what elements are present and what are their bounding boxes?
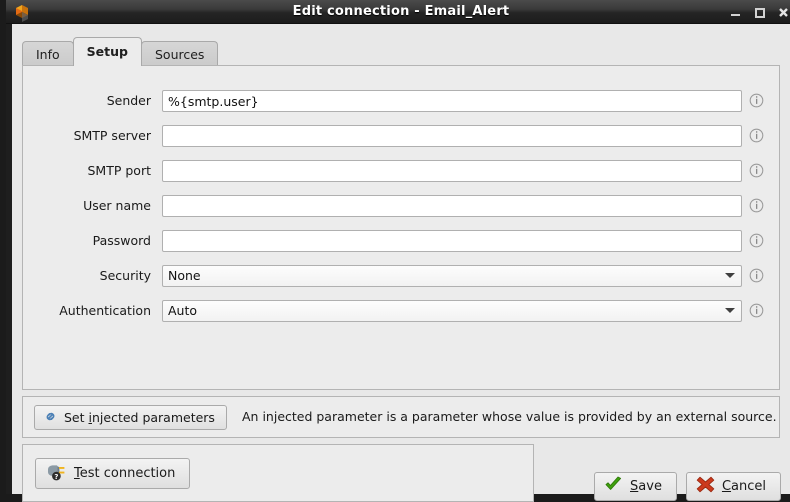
save-label-rest: ave <box>638 479 662 494</box>
authentication-selected-value: Auto <box>168 301 197 321</box>
sender-label: Sender <box>23 90 151 112</box>
info-icon-authentication[interactable] <box>749 303 764 318</box>
save-label: Save <box>630 479 662 494</box>
set-injected-parameters-label: Set injected parameters <box>64 410 215 425</box>
set-injected-parameters-button[interactable]: Set injected parameters <box>34 405 227 430</box>
security-select[interactable]: None <box>162 265 742 287</box>
test-connection-panel: ? Test connection <box>22 444 534 502</box>
minimize-button[interactable] <box>729 6 742 19</box>
injected-label-pre: Set <box>64 410 89 425</box>
injected-label-post: njected parameters <box>92 410 215 425</box>
cancel-button[interactable]: Cancel <box>686 472 781 501</box>
link-icon <box>43 409 58 427</box>
save-button[interactable]: Save <box>594 472 677 501</box>
tab-info[interactable]: Info <box>22 41 74 66</box>
window-controls <box>729 0 790 24</box>
tab-setup[interactable]: Setup <box>73 37 142 66</box>
info-icon-sender[interactable] <box>749 93 764 108</box>
maximize-button[interactable] <box>753 6 766 19</box>
plug-question-icon: ? <box>45 463 67 485</box>
cancel-label: Cancel <box>722 479 766 494</box>
close-button[interactable] <box>777 6 790 19</box>
tab-strip: Info Setup Sources <box>22 37 217 66</box>
chevron-down-icon <box>725 308 735 313</box>
security-selected-value: None <box>168 266 201 286</box>
window-title: Edit connection - Email_Alert <box>6 0 790 23</box>
cancel-label-mnemonic: C <box>722 479 731 494</box>
info-icon-password[interactable] <box>749 233 764 248</box>
authentication-select[interactable]: Auto <box>162 300 742 322</box>
info-icon-smtp-server[interactable] <box>749 128 764 143</box>
authentication-label: Authentication <box>23 300 151 322</box>
svg-text:?: ? <box>54 473 58 481</box>
check-icon <box>604 476 623 497</box>
title-bar: Edit connection - Email_Alert <box>6 0 790 24</box>
injected-parameters-panel: Set injected parameters An injected para… <box>22 396 780 438</box>
field-row-sender: Sender <box>23 90 781 112</box>
field-row-password: Password <box>23 230 781 252</box>
setup-form-panel: Sender SMTP server <box>22 65 780 390</box>
dialog-body: Info Setup Sources Sender SMTP server <box>12 24 790 494</box>
test-connection-button[interactable]: ? Test connection <box>35 458 190 489</box>
dialog-window: Edit connection - Email_Alert Info <box>0 0 790 500</box>
smtp-port-input[interactable] <box>162 160 742 182</box>
info-icon-smtp-port[interactable] <box>749 163 764 178</box>
smtp-port-label: SMTP port <box>23 160 151 182</box>
injected-parameters-description: An injected parameter is a parameter who… <box>242 397 777 437</box>
field-row-security: Security None <box>23 265 781 287</box>
info-icon-security[interactable] <box>749 268 764 283</box>
cross-icon <box>696 476 715 497</box>
cancel-label-rest: ancel <box>731 479 766 494</box>
sender-input[interactable] <box>162 90 742 112</box>
user-name-label: User name <box>23 195 151 217</box>
field-row-smtp-port: SMTP port <box>23 160 781 182</box>
password-input[interactable] <box>162 230 742 252</box>
smtp-server-label: SMTP server <box>23 125 151 147</box>
field-row-authentication: Authentication Auto <box>23 300 781 322</box>
test-connection-label: Test connection <box>74 466 175 481</box>
info-icon-user-name[interactable] <box>749 198 764 213</box>
test-label-rest: est connection <box>80 466 176 481</box>
chevron-down-icon <box>725 273 735 278</box>
password-label: Password <box>23 230 151 252</box>
security-label: Security <box>23 265 151 287</box>
user-name-input[interactable] <box>162 195 742 217</box>
smtp-server-input[interactable] <box>162 125 742 147</box>
tab-sources[interactable]: Sources <box>141 41 218 66</box>
field-row-smtp-server: SMTP server <box>23 125 781 147</box>
field-row-user-name: User name <box>23 195 781 217</box>
action-button-bar: Save Cancel <box>594 472 781 501</box>
